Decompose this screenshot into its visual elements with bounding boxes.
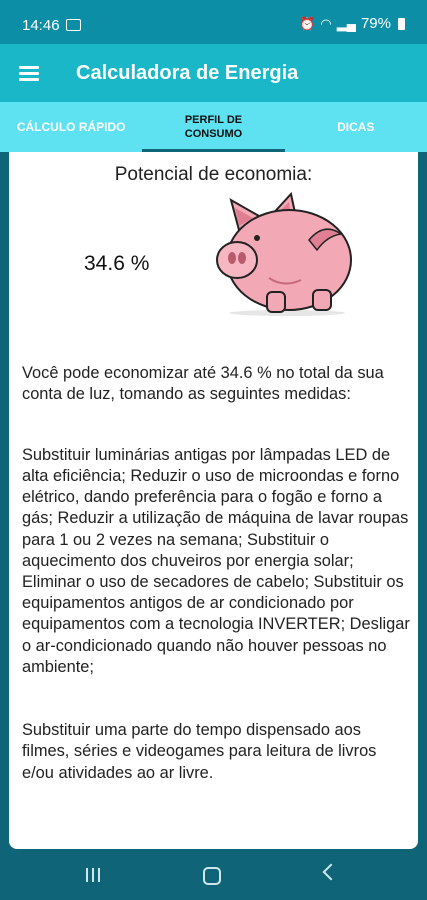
content-card[interactable]: Potencial de economia: 34.6 % Você pode …	[9, 152, 418, 849]
status-time: 14:46	[22, 17, 60, 34]
battery-percent: 79%	[360, 15, 391, 32]
app-title: Calculadora de Energia	[76, 62, 299, 84]
status-indicators: ⏰ ◠ ▂▄ 79%	[299, 15, 405, 32]
battery-icon	[398, 17, 405, 30]
app-bar: Calculadora de Energia	[0, 44, 427, 102]
savings-intro-text: Você pode economizar até 34.6 % no total…	[22, 364, 384, 404]
tab-dicas[interactable]: DICAS	[285, 102, 427, 152]
tab-calculo-rapido[interactable]: CÁLCULO RÁPIDO	[0, 102, 142, 152]
home-icon[interactable]	[203, 867, 221, 885]
savings-tips-text: Substituir luminárias antigas por lâmpad…	[22, 445, 410, 676]
status-bar: 14:46 ⏰ ◠ ▂▄ 79%	[0, 0, 427, 44]
back-icon[interactable]	[322, 863, 340, 881]
wifi-icon: ◠	[320, 15, 332, 31]
potential-label: Potencial de economia:	[114, 164, 313, 185]
hamburger-menu-icon[interactable]	[19, 66, 39, 81]
system-nav-bar	[0, 850, 427, 900]
alarm-icon: ⏰	[299, 15, 316, 31]
piggy-bank-icon	[216, 192, 352, 316]
signal-icon: ▂▄	[336, 15, 356, 31]
tab-bar: CÁLCULO RÁPIDO PERFIL DE CONSUMO DICAS	[0, 102, 427, 152]
image-notification-icon	[66, 19, 81, 31]
tab-perfil-de-consumo[interactable]: PERFIL DE CONSUMO	[142, 102, 285, 152]
savings-percent: 34.6 %	[84, 252, 150, 275]
savings-description: Você pode economizar até 34.6 % no total…	[22, 342, 412, 805]
recents-icon[interactable]	[86, 868, 100, 882]
tab-perfil-de-consumo-label: PERFIL DE CONSUMO	[184, 114, 243, 140]
leisure-tip-text: Substituir uma parte do tempo dispensado…	[22, 721, 377, 782]
